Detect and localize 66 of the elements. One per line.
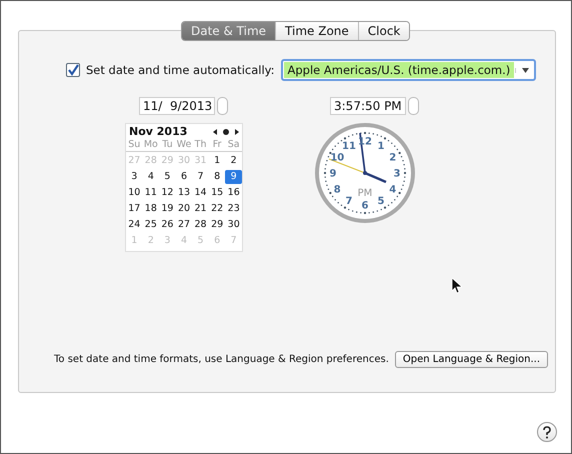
calendar-day[interactable]: 28 <box>192 218 209 232</box>
calendar-day[interactable]: 30 <box>225 218 242 232</box>
calendar-day[interactable]: 16 <box>225 186 242 200</box>
help-button[interactable] <box>537 422 557 442</box>
checkbox[interactable] <box>66 63 80 77</box>
weekday-label: We <box>176 139 192 152</box>
formats-hint: To set date and time formats, use Language & Region preferences. <box>54 354 389 365</box>
calendar-day[interactable]: 13 <box>176 186 192 200</box>
calendar-day[interactable]: 20 <box>176 202 192 216</box>
calendar-day[interactable]: 19 <box>159 202 176 216</box>
calendar-day[interactable]: 11 <box>142 186 160 200</box>
weekday-label: Mo <box>142 139 160 152</box>
date-field[interactable]: 11/ 9/2013 <box>139 97 215 115</box>
caret-icon <box>522 68 529 72</box>
weekday-label: Su <box>126 139 143 152</box>
calendar-day[interactable]: 23 <box>225 202 242 216</box>
calendar-day[interactable]: 25 <box>142 218 160 232</box>
calendar-day[interactable]: 18 <box>142 202 160 216</box>
weekday-label: Tu <box>159 139 176 152</box>
weekday-label: Th <box>192 139 209 152</box>
calendar-day[interactable]: 29 <box>208 218 226 232</box>
clock-numeral: 7 <box>345 196 352 208</box>
clock-numeral: 9 <box>329 168 336 180</box>
calendar-day[interactable]: 9 <box>225 170 242 184</box>
clock-numeral: 8 <box>333 184 340 196</box>
calendar-day[interactable]: 27 <box>176 218 192 232</box>
calendar-day[interactable]: 7 <box>192 170 209 184</box>
calendar-day[interactable]: 8 <box>208 170 226 184</box>
calendar-day[interactable]: 24 <box>126 218 143 232</box>
calendar-day[interactable]: 15 <box>208 186 226 200</box>
question-mark-icon <box>542 426 552 438</box>
calendar-day[interactable]: 1 <box>208 154 226 168</box>
calendar-day[interactable]: 12 <box>159 186 176 200</box>
tab[interactable]: Time Zone <box>275 22 358 40</box>
clock-numeral: 11 <box>342 140 356 152</box>
clock-numeral: 5 <box>377 196 384 208</box>
period-label: PM <box>357 188 372 199</box>
calendar-day[interactable]: 2 <box>225 154 242 168</box>
clock-numeral: 1 <box>377 140 384 152</box>
calendar-day[interactable]: 10 <box>126 186 143 200</box>
clock-numeral: 4 <box>388 184 396 196</box>
month-navigation-icon[interactable] <box>213 128 239 136</box>
clock-numeral: 6 <box>361 200 368 212</box>
clock-numeral: 10 <box>330 152 344 164</box>
tab[interactable]: Clock <box>358 22 410 40</box>
open-language-region-button[interactable]: Open Language & Region... <box>394 351 548 368</box>
clock-numeral: 3 <box>393 168 400 180</box>
calendar-day[interactable]: 21 <box>192 202 209 216</box>
calendar-day[interactable]: 6 <box>176 170 192 184</box>
weekday-label: Fr <box>208 139 226 152</box>
tab[interactable]: Date & Time <box>182 22 276 40</box>
calendar-day[interactable]: 26 <box>159 218 176 232</box>
calendar-day[interactable]: 5 <box>159 170 176 184</box>
calendar-day[interactable]: 4 <box>142 170 160 184</box>
time-field[interactable]: 3:57:50 PM <box>330 97 406 115</box>
server-combo-box[interactable]: Apple Americas/U.S. (time.apple.com.) <box>280 59 536 81</box>
calendar-day[interactable]: 22 <box>208 202 226 216</box>
clock-numeral: 2 <box>388 152 396 164</box>
calendar-day[interactable]: 17 <box>126 202 143 216</box>
checkbox-label: Set date and time automatically: <box>86 63 274 77</box>
calendar-day[interactable]: 3 <box>126 170 143 184</box>
calendar-day[interactable]: 14 <box>192 186 209 200</box>
clock-hands <box>328 132 386 184</box>
weekday-label: Sa <box>225 139 242 152</box>
cursor-icon <box>452 278 462 293</box>
month-label: Nov 2013 <box>129 125 188 138</box>
